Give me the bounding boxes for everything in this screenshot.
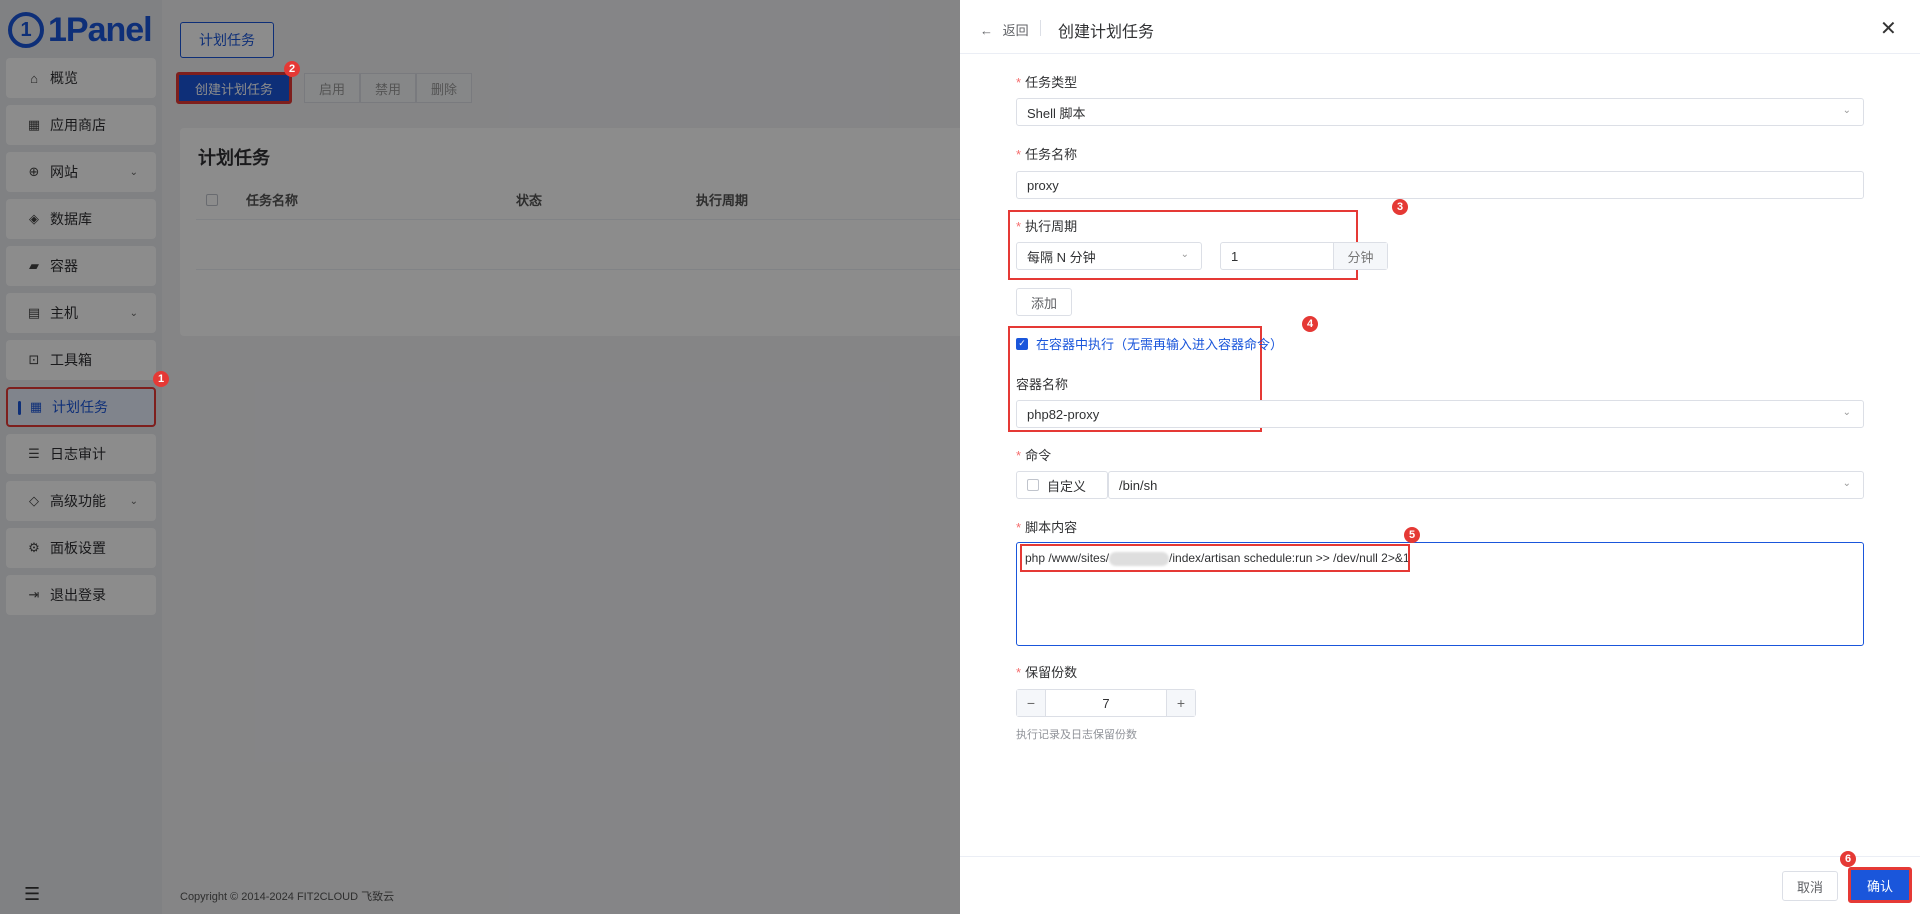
label-text: 执行周期	[1025, 219, 1078, 234]
label-text: 命令	[1025, 448, 1052, 463]
custom-command-toggle[interactable]: 自定义	[1016, 471, 1108, 499]
label-text: 任务名称	[1025, 147, 1078, 162]
input-value: proxy	[1027, 177, 1059, 193]
required-mark: *	[1016, 75, 1022, 90]
close-icon[interactable]: ✕	[1880, 16, 1897, 41]
annotation-badge: 5	[1404, 527, 1420, 543]
command-select[interactable]: /bin/sh ⌄	[1108, 471, 1864, 499]
task-name-label: * 任务名称	[1016, 144, 1077, 163]
container-name-select[interactable]: php82-proxy ⌄	[1016, 400, 1864, 428]
chevron-down-icon: ⌄	[1842, 407, 1851, 418]
task-type-label: * 任务类型	[1016, 72, 1077, 91]
chevron-down-icon: ⌄	[1842, 105, 1851, 116]
select-value: /bin/sh	[1119, 477, 1158, 493]
select-value: 每隔 N 分钟	[1027, 249, 1096, 265]
drawer-header: ← 返回 创建计划任务 ✕	[960, 0, 1920, 54]
task-name-input[interactable]: proxy	[1016, 171, 1864, 199]
drawer-footer: 取消 确认 6	[960, 851, 1920, 914]
label-text: 任务类型	[1025, 75, 1078, 90]
modal-overlay[interactable]	[0, 0, 960, 914]
chevron-down-icon: ⌄	[1842, 478, 1851, 489]
cycle-minutes-input[interactable]: 1 分钟	[1220, 242, 1388, 270]
check-icon: ✓	[1016, 337, 1028, 350]
minus-icon[interactable]: −	[1017, 690, 1045, 716]
retain-label: * 保留份数	[1016, 662, 1077, 681]
checkbox-label: 在容器中执行（无需再输入进入容器命令）	[1036, 337, 1284, 352]
script-label: * 脚本内容	[1016, 517, 1077, 536]
drawer-title: 创建计划任务	[1058, 24, 1155, 41]
create-task-drawer: ← 返回 创建计划任务 ✕ * 任务类型 Shell 脚本 ⌄ * 任务名称 pro…	[960, 0, 1920, 914]
annotation-highlight	[1020, 544, 1410, 572]
label-text: 脚本内容	[1025, 520, 1078, 535]
header-divider	[1040, 20, 1041, 36]
back-button[interactable]: ← 返回	[980, 20, 1029, 39]
annotation-badge: 6	[1840, 851, 1856, 867]
custom-checkbox	[1027, 479, 1039, 491]
back-label: 返回	[1002, 23, 1029, 38]
retain-stepper[interactable]: − 7 +	[1016, 689, 1196, 717]
required-mark: *	[1016, 448, 1022, 463]
annotation-badge: 3	[1392, 199, 1408, 215]
label-text: 容器名称	[1016, 377, 1069, 392]
chevron-down-icon: ⌄	[1180, 249, 1189, 260]
in-container-checkbox[interactable]: ✓ 在容器中执行（无需再输入进入容器命令）	[1016, 334, 1283, 353]
plus-icon[interactable]: +	[1167, 690, 1195, 716]
task-type-select[interactable]: Shell 脚本 ⌄	[1016, 98, 1864, 126]
container-name-label: 容器名称	[1016, 374, 1068, 393]
annotation-badge: 2	[284, 61, 300, 77]
required-mark: *	[1016, 147, 1022, 162]
cycle-type-select[interactable]: 每隔 N 分钟 ⌄	[1016, 242, 1202, 270]
stepper-value[interactable]: 7	[1045, 690, 1167, 716]
select-value: Shell 脚本	[1027, 105, 1086, 121]
annotation-badge: 1	[153, 371, 169, 387]
annotation-badge: 4	[1302, 316, 1318, 332]
add-cycle-button[interactable]: 添加	[1016, 288, 1073, 316]
confirm-button[interactable]: 确认	[1848, 867, 1913, 903]
required-mark: *	[1016, 219, 1022, 234]
required-mark: *	[1016, 520, 1022, 535]
input-value: 1	[1231, 248, 1239, 264]
cycle-label: * 执行周期	[1016, 216, 1077, 235]
arrow-left-icon: ←	[980, 23, 993, 38]
retain-hint: 执行记录及日志保留份数	[1016, 729, 1137, 741]
label-text: 保留份数	[1025, 665, 1078, 680]
select-value: php82-proxy	[1027, 406, 1100, 422]
unit-suffix: 分钟	[1333, 243, 1387, 269]
checkbox-label: 自定义	[1047, 478, 1087, 494]
command-label: * 命令	[1016, 445, 1051, 464]
cancel-button[interactable]: 取消	[1782, 871, 1839, 901]
required-mark: *	[1016, 665, 1022, 680]
